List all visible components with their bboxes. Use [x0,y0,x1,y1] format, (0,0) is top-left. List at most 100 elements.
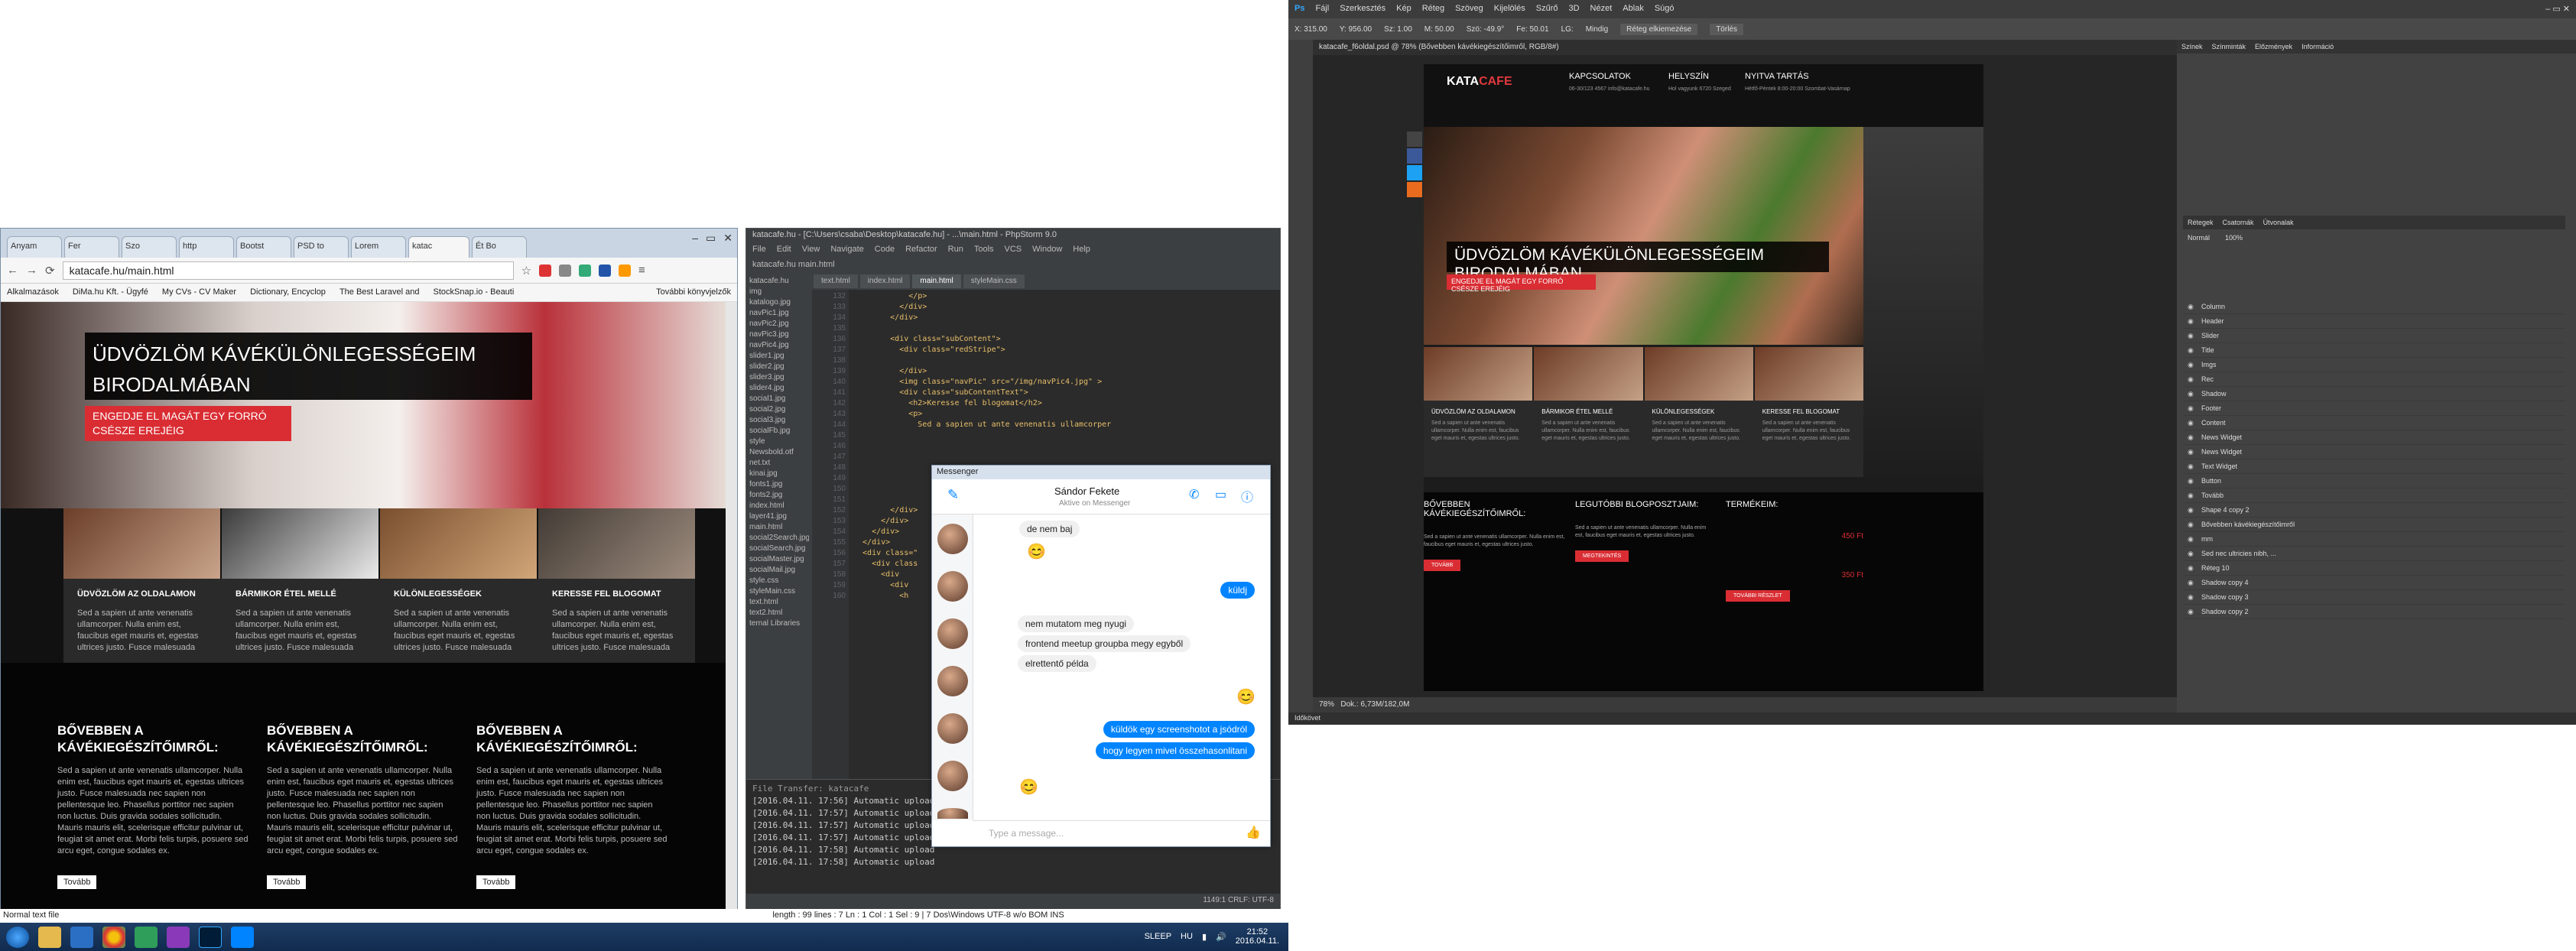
option-field[interactable]: LG: [1561,25,1574,34]
browser-tab[interactable]: PSD to [294,236,349,258]
eye-icon[interactable]: ◉ [2188,579,2195,587]
menu-item[interactable]: Code [875,245,895,255]
editor-tab[interactable]: styleMain.css [963,274,1025,288]
messenger-icon[interactable] [231,926,254,948]
editor-tab-active[interactable]: main.html [912,274,961,288]
eye-icon[interactable]: ◉ [2188,492,2195,500]
thumbnail[interactable] [380,508,537,579]
clock[interactable]: 21:52 2016.04.11. [1236,927,1279,946]
option-field[interactable]: X: 315.00 [1294,25,1327,34]
layer-row[interactable]: ◉ Bővebben kávékiegészítőimről [2183,518,2565,532]
menu-item[interactable]: Kép [1396,4,1411,15]
network-icon[interactable]: ▮ [1202,932,1207,942]
menu-item[interactable]: Fájl [1315,4,1329,15]
eye-icon[interactable]: ◉ [2188,317,2195,326]
menu-item[interactable]: Szűrő [1536,4,1558,15]
layer-row[interactable]: ◉ Shape 4 copy 2 [2183,503,2565,518]
layer-row[interactable]: ◉ News Widget [2183,430,2565,445]
layer-row[interactable]: ◉ Footer [2183,401,2565,416]
thumbnail[interactable] [222,508,378,579]
menu-item[interactable]: Nézet [1590,4,1613,15]
bookmark-item[interactable]: DiMa.hu Kft. - Ügyfé [73,287,148,297]
option-field[interactable]: M: 50.00 [1424,25,1454,34]
reload-icon[interactable]: ⟳ [45,264,55,278]
phpstorm-icon[interactable] [167,926,190,948]
like-icon[interactable]: 👍 [1246,825,1261,840]
info-icon[interactable]: ⓘ [1241,487,1253,505]
extension-icon[interactable] [599,264,612,277]
avatar[interactable] [937,618,968,649]
address-bar[interactable]: katacafe.hu/main.html [62,261,514,280]
eye-icon[interactable]: ◉ [2188,346,2195,355]
menu-item[interactable]: Tools [974,245,994,255]
panel-tab[interactable]: Színek [2181,43,2203,50]
maximize-icon[interactable]: ▭ [706,232,716,245]
layer-row[interactable]: ◉ Shadow copy 4 [2183,576,2565,590]
layer-row[interactable]: ◉ Sed nec ultricies nibh, ... [2183,547,2565,561]
menu-icon[interactable]: ≡ [638,264,645,277]
layer-row[interactable]: ◉ Shadow copy 3 [2183,590,2565,605]
extension-icon[interactable] [619,264,632,277]
eye-icon[interactable]: ◉ [2188,535,2195,544]
scrollbar[interactable] [726,302,737,909]
menu-item[interactable]: File [752,245,766,255]
thumbnail[interactable] [63,508,220,579]
browser-tab[interactable]: Bootst [236,236,291,258]
layer-row[interactable]: ◉ Réteg 10 [2183,561,2565,576]
eye-icon[interactable]: ◉ [2188,433,2195,442]
bookmark-item[interactable]: My CVs - CV Maker [162,287,236,297]
menu-item[interactable]: Navigate [830,245,863,255]
zoom-level[interactable]: 78% [1319,700,1334,709]
avatar[interactable] [937,808,968,819]
video-icon[interactable]: ▭ [1215,487,1226,502]
language-indicator[interactable]: HU [1181,932,1193,941]
avatar[interactable] [937,524,968,554]
editor-tab[interactable]: text.html [814,274,858,288]
phone-icon[interactable]: ✆ [1189,487,1199,502]
layer-row[interactable]: ◉ News Widget [2183,445,2565,459]
menu-item[interactable]: Ablak [1623,4,1644,15]
panel-tab[interactable]: Útvonalak [2263,219,2294,226]
bookmark-item[interactable]: The Best Laravel and [339,287,420,297]
browser-tab-active[interactable]: katac [408,236,469,258]
eye-icon[interactable]: ◉ [2188,375,2195,384]
menu-item[interactable]: Súgó [1655,4,1675,15]
option-field[interactable]: Mindig [1586,25,1608,34]
eye-icon[interactable]: ◉ [2188,521,2195,529]
document-tab[interactable]: katacafe_f6oldal.psd @ 78% (Bővebben káv… [1313,40,2177,55]
menu-item[interactable]: Run [948,245,963,255]
eye-icon[interactable]: ◉ [2188,448,2195,456]
volume-icon[interactable]: 🔊 [1216,932,1226,942]
menu-item[interactable]: Szerkesztés [1340,4,1385,15]
editor-tab[interactable]: index.html [859,274,911,288]
menu-item[interactable]: View [802,245,820,255]
layer-row[interactable]: ◉ Title [2183,343,2565,358]
extension-icon[interactable] [559,264,572,277]
layer-row[interactable]: ◉ Slider [2183,329,2565,343]
eye-icon[interactable]: ◉ [2188,564,2195,573]
option-field[interactable]: Sz: 1.00 [1384,25,1412,34]
layer-row[interactable]: ◉ Shadow copy 2 [2183,605,2565,619]
panel-tab[interactable]: Rétegek [2188,219,2214,226]
option-field[interactable]: Fe: 50.01 [1516,25,1548,34]
panel-tab[interactable]: Információ [2302,43,2334,50]
eye-icon[interactable]: ◉ [2188,506,2195,514]
option-button[interactable]: Réteg elkiemezése [1620,23,1698,35]
layer-row[interactable]: ◉ Imgs [2183,358,2565,372]
layer-row[interactable]: ◉ mm [2183,532,2565,547]
browser-tab[interactable]: Anyam [7,236,62,258]
thumbnail[interactable] [538,508,695,579]
panel-tab[interactable]: Csatornák [2223,219,2254,226]
folder-icon[interactable] [38,926,61,948]
menu-item[interactable]: Help [1073,245,1090,255]
start-icon[interactable] [6,926,29,948]
star-icon[interactable]: ☆ [521,264,531,278]
option-field[interactable]: Y: 956.00 [1340,25,1372,34]
compose-icon[interactable]: ✎ [947,487,959,503]
bookmark-item[interactable]: Alkalmazások [7,287,59,297]
panel-tab[interactable]: Előzmények [2255,43,2292,50]
message-input[interactable]: Type a message... [973,820,1270,846]
app-icon[interactable] [135,926,158,948]
avatar[interactable] [937,571,968,602]
layer-row[interactable]: ◉ Content [2183,416,2565,430]
